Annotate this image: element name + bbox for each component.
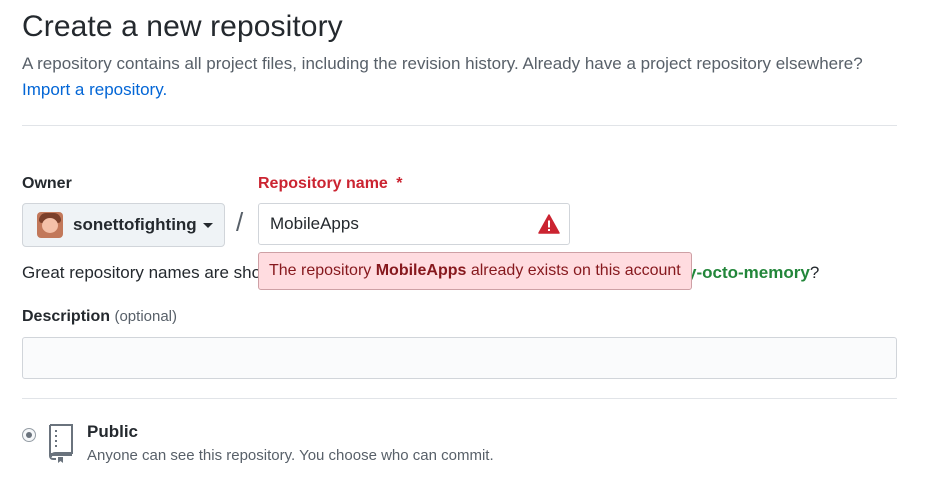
header-divider <box>22 125 897 126</box>
required-marker: * <box>396 175 403 192</box>
alert-triangle-icon <box>538 214 560 234</box>
error-repo-name: MobileApps <box>375 262 467 279</box>
repo-book-icon <box>49 424 73 463</box>
chevron-down-icon <box>202 222 213 228</box>
section-divider <box>22 398 897 399</box>
repository-name-input[interactable] <box>258 203 570 245</box>
avatar <box>37 212 63 238</box>
page-title: Create a new repository <box>22 10 343 43</box>
optional-marker: (optional) <box>114 308 178 325</box>
public-radio[interactable] <box>22 428 36 442</box>
description-label-text: Description <box>22 308 111 325</box>
description-label: Description (optional) <box>22 308 177 326</box>
suggested-name-link[interactable]: y-octo-memory <box>687 263 810 282</box>
owner-name: sonettofighting <box>73 215 197 234</box>
repo-name-label: Repository name * <box>258 175 403 193</box>
owner-select-button[interactable]: sonettofighting <box>22 203 225 247</box>
repo-name-suggestion-line: y-octo-memory? <box>687 263 819 283</box>
error-text-prefix: The repository <box>269 262 376 279</box>
owner-repo-separator: / <box>236 207 244 237</box>
description-input[interactable] <box>22 337 897 379</box>
hint-end: ? <box>809 263 820 282</box>
page-subtitle: A repository contains all project files,… <box>22 54 863 73</box>
error-text-suffix: already exists on this account <box>466 262 681 279</box>
visibility-public-description: Anyone can see this repository. You choo… <box>87 447 494 464</box>
repo-name-hint: Great repository names are sho <box>22 263 262 282</box>
visibility-public-label: Public <box>87 422 139 441</box>
repo-name-error-tooltip: The repository MobileApps already exists… <box>258 252 692 290</box>
import-repository-link[interactable]: Import a repository. <box>22 80 167 100</box>
repo-name-label-text: Repository name <box>258 175 388 192</box>
owner-label: Owner <box>22 175 72 192</box>
